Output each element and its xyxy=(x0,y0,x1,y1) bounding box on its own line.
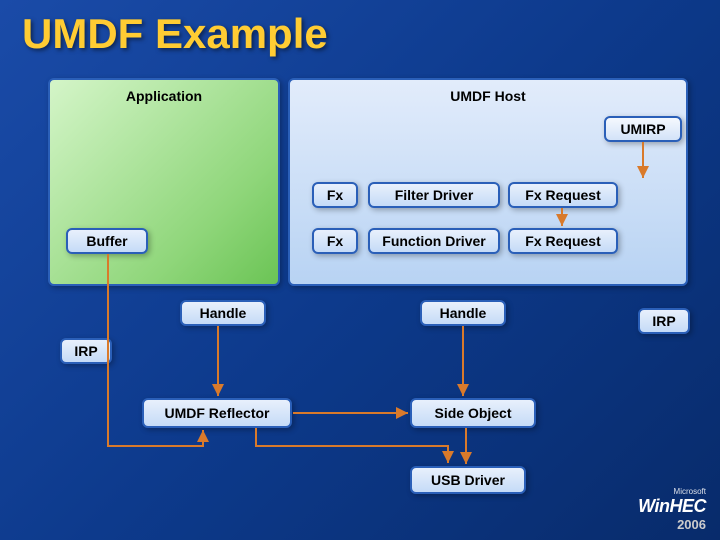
handle-box-1: Handle xyxy=(180,300,266,326)
diagram-area: Application UMDF Host UMIRP Fx Filter Dr… xyxy=(48,78,690,480)
side-object-box: Side Object xyxy=(410,398,536,428)
fx-box-2: Fx xyxy=(312,228,358,254)
logo-year: 2006 xyxy=(677,517,706,532)
fx-box-1: Fx xyxy=(312,182,358,208)
filter-driver-box: Filter Driver xyxy=(368,182,500,208)
buffer-box: Buffer xyxy=(66,228,148,254)
umirp-box: UMIRP xyxy=(604,116,682,142)
winhec-logo: Microsoft WinHEC 2006 xyxy=(638,487,706,532)
application-box: Application xyxy=(48,78,280,286)
fx-request-box-1: Fx Request xyxy=(508,182,618,208)
slide-title: UMDF Example xyxy=(22,10,328,58)
fx-request-box-2: Fx Request xyxy=(508,228,618,254)
usb-driver-box: USB Driver xyxy=(410,466,526,494)
logo-company: Microsoft xyxy=(674,487,706,496)
logo-brand: WinHEC xyxy=(638,496,706,517)
irp-box-2: IRP xyxy=(638,308,690,334)
function-driver-box: Function Driver xyxy=(368,228,500,254)
irp-box-1: IRP xyxy=(60,338,112,364)
umdf-reflector-box: UMDF Reflector xyxy=(142,398,292,428)
handle-box-2: Handle xyxy=(420,300,506,326)
